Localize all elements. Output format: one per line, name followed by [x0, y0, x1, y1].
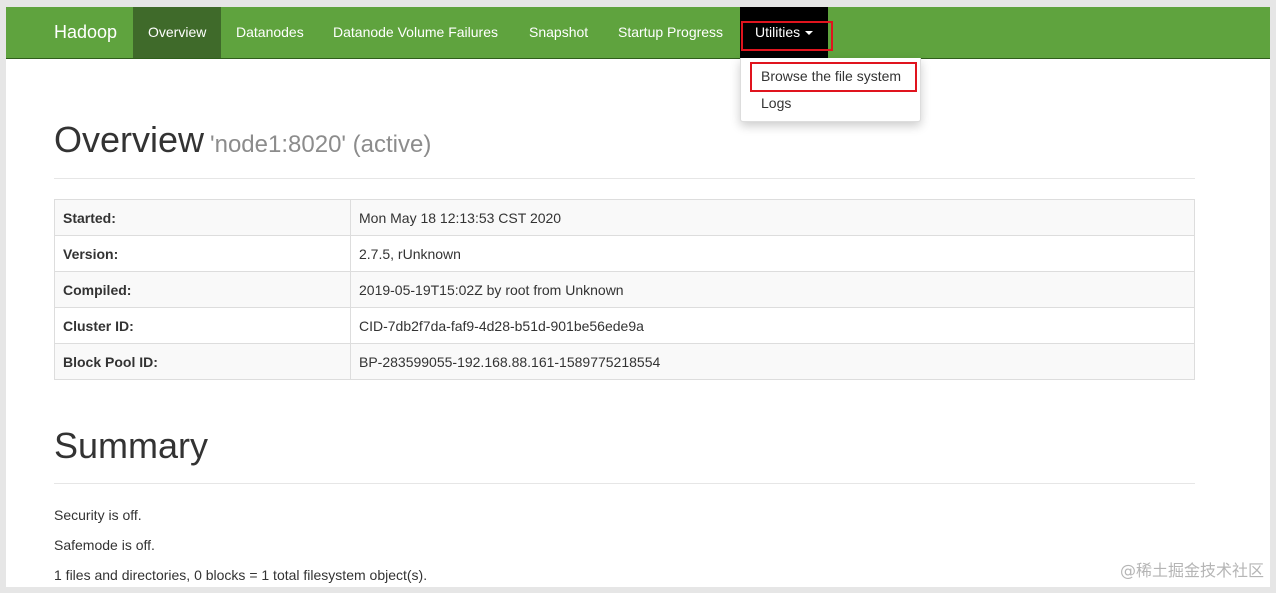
nav-datanodes[interactable]: Datanodes [221, 7, 319, 58]
nav-snapshot[interactable]: Snapshot [514, 7, 603, 58]
nav-utilities[interactable]: Utilities [740, 7, 828, 58]
nav-datanode-volume-failures[interactable]: Datanode Volume Failures [318, 7, 513, 58]
summary-heading: Summary [54, 425, 209, 466]
summary-divider [54, 483, 1195, 484]
nav-startup-progress[interactable]: Startup Progress [603, 7, 738, 58]
overview-subtitle: 'node1:8020' (active) [210, 131, 432, 158]
row-key: Started: [54, 199, 351, 236]
top-navbar: Hadoop Overview Datanodes Datanode Volum… [6, 7, 1270, 59]
overview-heading: Overview'node1:8020' (active) [54, 119, 431, 161]
table-row: Block Pool ID: BP-283599055-192.168.88.1… [54, 343, 1195, 380]
overview-divider [54, 178, 1195, 179]
row-key: Block Pool ID: [54, 343, 351, 380]
menu-item-browse-file-system[interactable]: Browse the file system [761, 68, 901, 84]
table-row: Compiled: 2019-05-19T15:02Z by root from… [54, 271, 1195, 308]
caret-down-icon [805, 31, 814, 36]
row-value: BP-283599055-192.168.88.161-158977521855… [350, 343, 1195, 380]
row-key: Cluster ID: [54, 307, 351, 344]
row-value: Mon May 18 12:13:53 CST 2020 [350, 199, 1195, 236]
menu-item-logs[interactable]: Logs [761, 95, 791, 111]
nav-overview[interactable]: Overview [133, 7, 222, 58]
table-row: Version: 2.7.5, rUnknown [54, 235, 1195, 272]
nav-utilities-label: Utilities [755, 24, 801, 40]
table-row: Started: Mon May 18 12:13:53 CST 2020 [54, 199, 1195, 236]
filesystem-object-count: 1 files and directories, 0 blocks = 1 to… [54, 567, 428, 583]
row-value: CID-7db2f7da-faf9-4d28-b51d-901be56ede9a [350, 307, 1195, 344]
row-value: 2.7.5, rUnknown [350, 235, 1195, 272]
row-key: Version: [54, 235, 351, 272]
watermark: @稀土掘金技术社区 [1119, 561, 1264, 580]
security-status: Security is off. [54, 507, 142, 523]
row-value: 2019-05-19T15:02Z by root from Unknown [350, 271, 1195, 308]
utilities-dropdown-menu: Browse the file system Logs [740, 58, 921, 122]
overview-info-table: Started: Mon May 18 12:13:53 CST 2020 Ve… [54, 199, 1195, 380]
row-key: Compiled: [54, 271, 351, 308]
overview-title: Overview [54, 119, 205, 160]
browser-page: Hadoop Overview Datanodes Datanode Volum… [6, 7, 1270, 587]
brand-logo[interactable]: Hadoop [54, 7, 117, 58]
safemode-status: Safemode is off. [54, 537, 155, 553]
table-row: Cluster ID: CID-7db2f7da-faf9-4d28-b51d-… [54, 307, 1195, 344]
